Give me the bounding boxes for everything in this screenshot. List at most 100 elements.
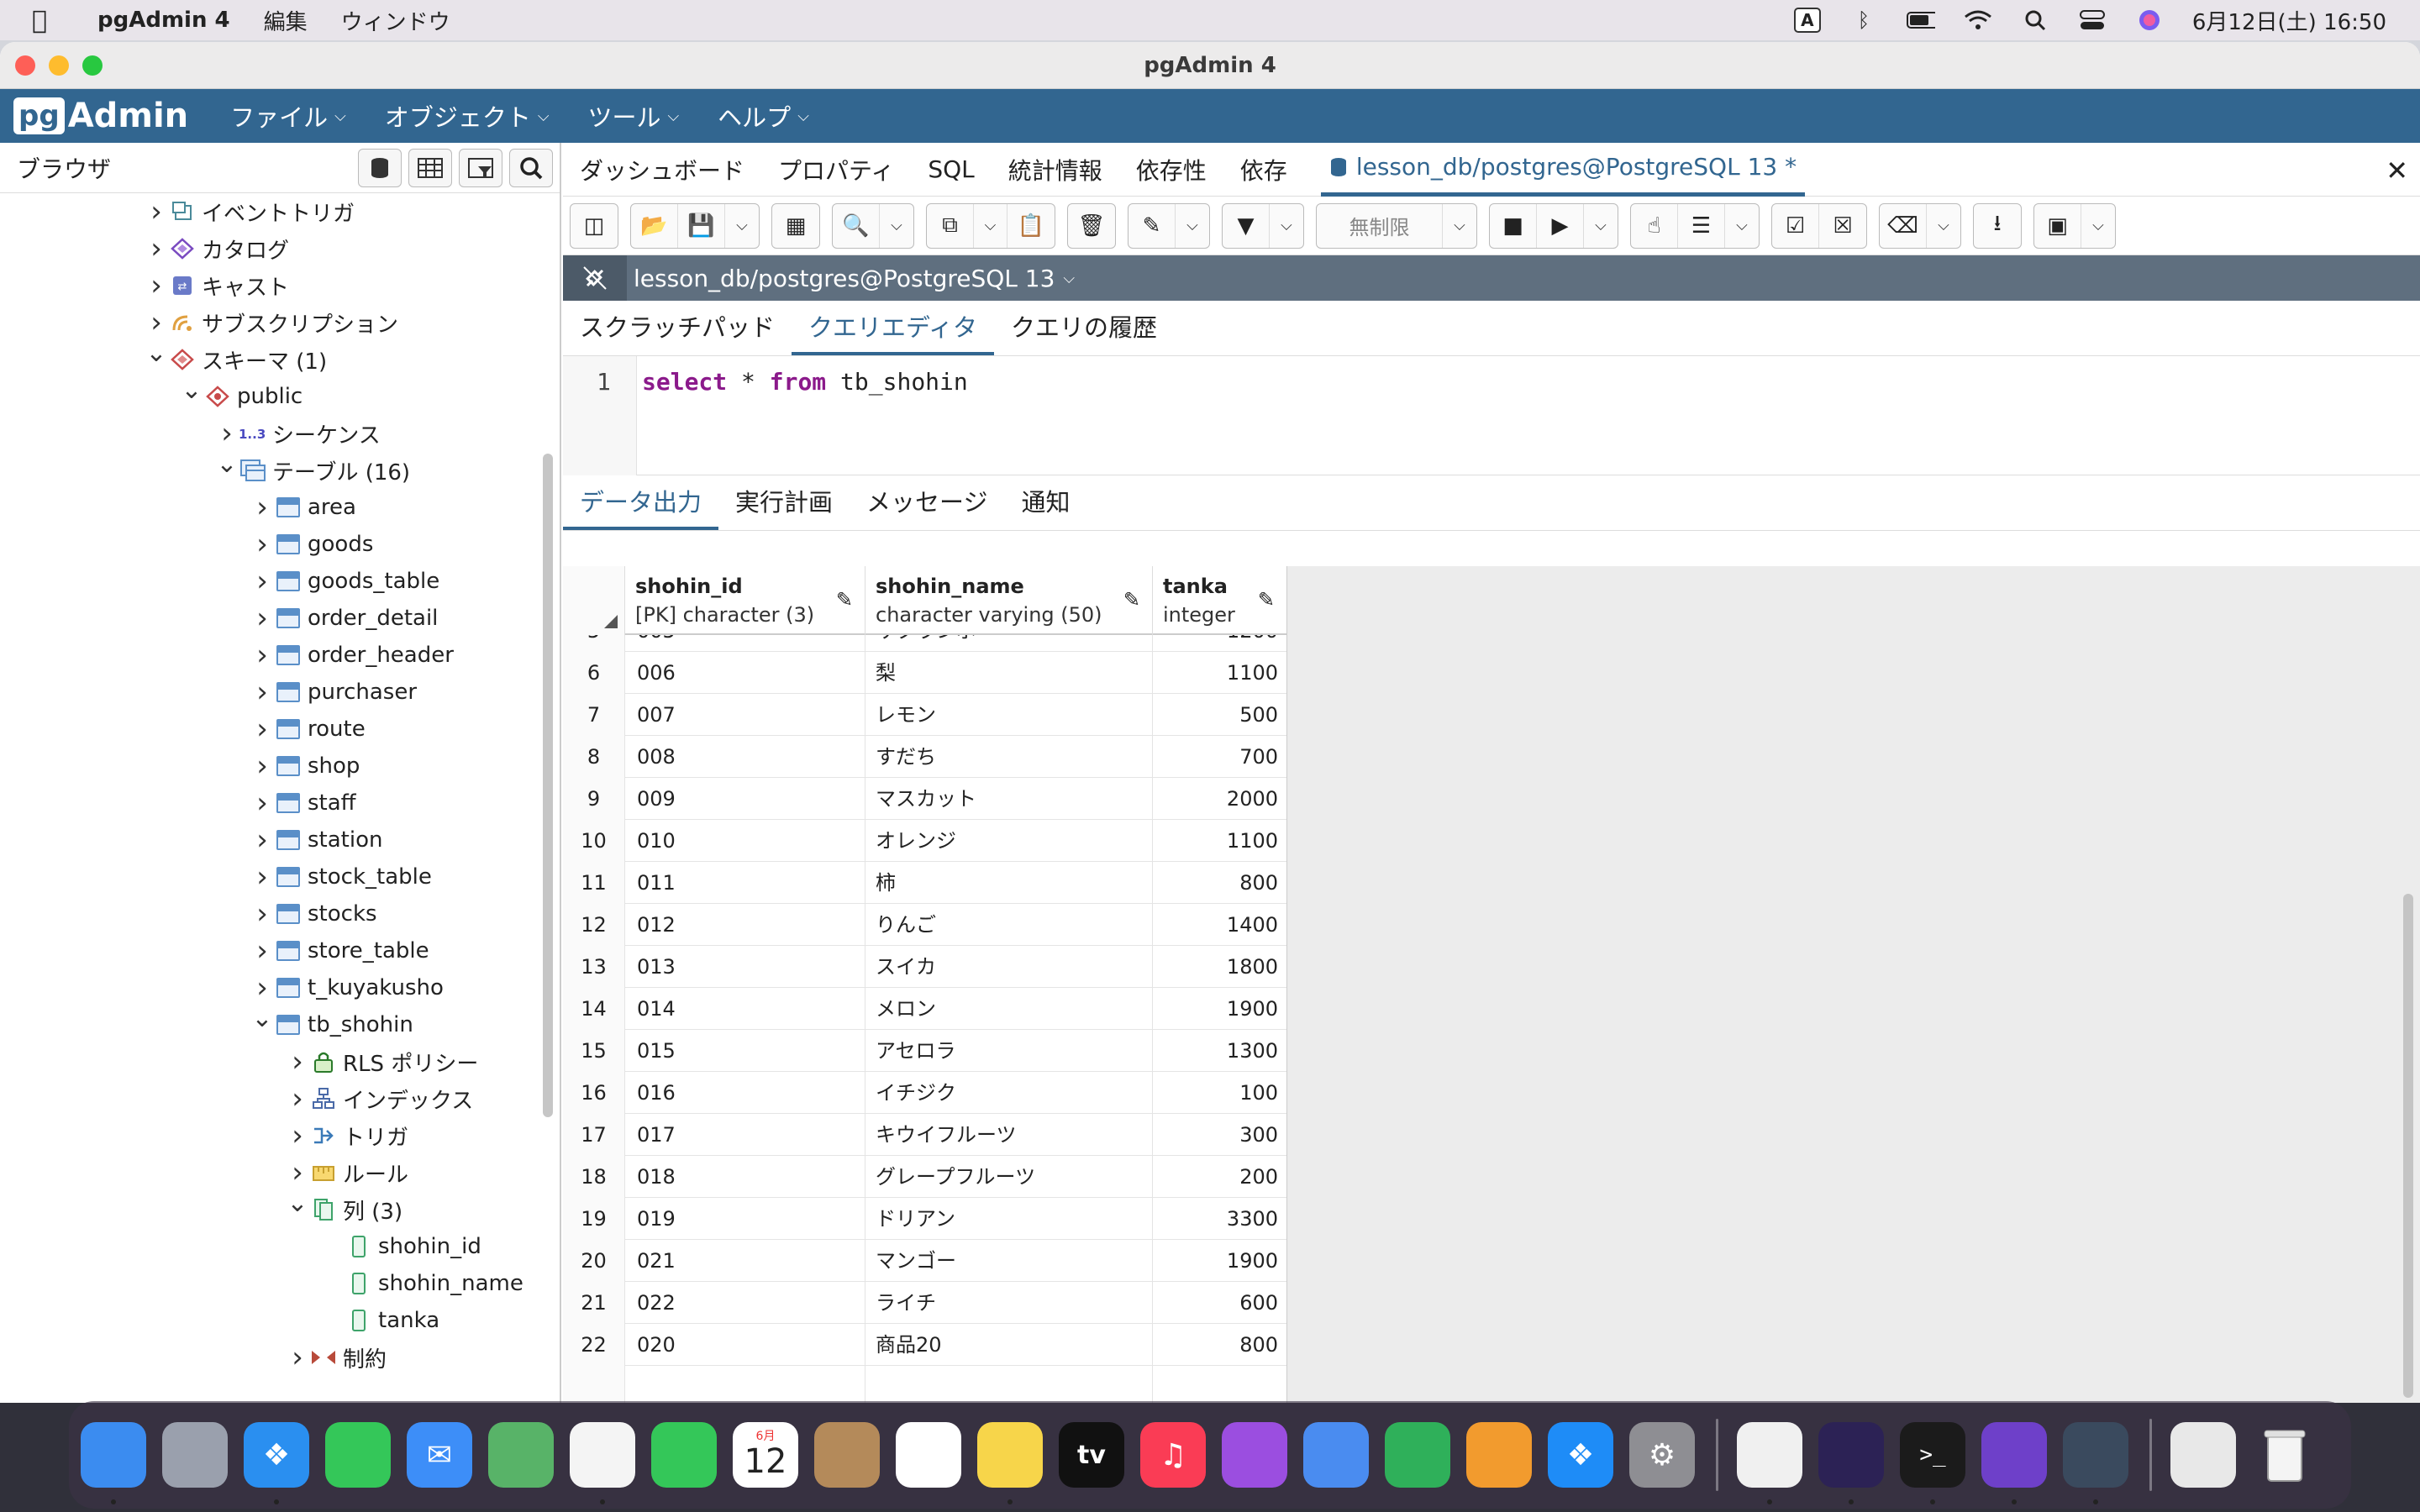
table-cell[interactable]: 1100 bbox=[1153, 820, 1286, 862]
tab-explain[interactable]: 実行計画 bbox=[718, 483, 850, 530]
table-cell[interactable]: グレープフルーツ bbox=[865, 1156, 1153, 1198]
tab-dependencies[interactable]: 依存性 bbox=[1136, 153, 1207, 186]
chevron-right-icon[interactable]: › bbox=[286, 1341, 309, 1369]
table-cell[interactable]: レモン bbox=[865, 694, 1153, 736]
chevron-right-icon[interactable]: › bbox=[145, 232, 168, 265]
chevron-right-icon[interactable]: › bbox=[250, 491, 274, 524]
tree-node[interactable]: shohin_id bbox=[321, 1228, 481, 1265]
table-cell[interactable]: 011 bbox=[625, 862, 865, 904]
table-cell[interactable]: 800 bbox=[1153, 862, 1286, 904]
chevron-right-icon[interactable]: › bbox=[250, 712, 274, 746]
copy-dropdown-button[interactable]: ⌵ bbox=[974, 203, 1007, 248]
table-cell[interactable]: メロン bbox=[865, 988, 1153, 1030]
control-center-icon[interactable] bbox=[2078, 8, 2107, 33]
table-row[interactable]: 7 007 レモン 500 bbox=[563, 694, 1286, 736]
table-cell[interactable]: りんご bbox=[865, 904, 1153, 946]
table-row-empty[interactable] bbox=[563, 1366, 1286, 1403]
chevron-right-icon[interactable]: › bbox=[286, 1082, 309, 1116]
row-number[interactable]: 21 bbox=[563, 1282, 625, 1324]
numbers-icon[interactable] bbox=[1385, 1422, 1450, 1488]
stop-button[interactable]: ■ bbox=[1490, 203, 1537, 248]
table-cell[interactable]: 商品20 bbox=[865, 1324, 1153, 1366]
filter-dropdown-button[interactable]: ⌵ bbox=[1270, 204, 1303, 248]
siri-icon[interactable] bbox=[2135, 8, 2164, 33]
menu-help[interactable]: ヘルプ ⌵ bbox=[718, 98, 809, 134]
tree-node[interactable]: ⌄ public bbox=[180, 375, 302, 415]
system-preferences-icon[interactable]: ⚙ bbox=[1629, 1422, 1695, 1488]
table-cell[interactable]: 1100 bbox=[1153, 652, 1286, 694]
explain-analyze-button[interactable]: ☰ bbox=[1678, 203, 1725, 248]
table-row[interactable]: 16 016 イチジク 100 bbox=[563, 1072, 1286, 1114]
filter-button[interactable]: ▼ bbox=[1223, 203, 1270, 248]
table-cell[interactable]: 014 bbox=[625, 988, 865, 1030]
row-number[interactable]: 14 bbox=[563, 988, 625, 1030]
xcode-instruments-icon[interactable] bbox=[2063, 1422, 2128, 1504]
messages-icon[interactable] bbox=[325, 1422, 391, 1488]
table-cell[interactable]: 1400 bbox=[1153, 904, 1286, 946]
row-number[interactable]: 7 bbox=[563, 694, 625, 736]
save-file-button[interactable]: 💾 bbox=[678, 203, 725, 248]
table-cell[interactable]: 015 bbox=[625, 1030, 865, 1072]
mail-icon[interactable]: ✉ bbox=[407, 1422, 472, 1488]
table-row[interactable]: 20 021 マンゴー 1900 bbox=[563, 1240, 1286, 1282]
chevron-down-icon[interactable]: ⌄ bbox=[286, 1189, 309, 1218]
execute-dropdown-button[interactable]: ⌵ bbox=[1584, 204, 1618, 248]
table-cell[interactable]: マスカット bbox=[865, 778, 1153, 820]
table-cell[interactable]: ライチ bbox=[865, 1282, 1153, 1324]
chevron-right-icon[interactable]: › bbox=[250, 934, 274, 968]
menu-object[interactable]: オブジェクト ⌵ bbox=[385, 98, 550, 134]
table-cell[interactable]: イチジク bbox=[865, 1072, 1153, 1114]
row-number[interactable]: 17 bbox=[563, 1114, 625, 1156]
table-cell[interactable]: 006 bbox=[625, 652, 865, 694]
table-row[interactable]: 14 014 メロン 1900 bbox=[563, 988, 1286, 1030]
connection-select[interactable]: lesson_db/postgres@PostgreSQL 13 ⌵ bbox=[634, 265, 1075, 292]
column-header-shohin-id[interactable]: shohin_id [PK] character (3) ✎ bbox=[625, 566, 865, 635]
trash-icon[interactable] bbox=[2252, 1422, 2317, 1488]
row-number[interactable]: 6 bbox=[563, 652, 625, 694]
row-number[interactable]: 19 bbox=[563, 1198, 625, 1240]
table-row[interactable]: 13 013 スイカ 1800 bbox=[563, 946, 1286, 988]
safari-icon[interactable]: ❖ bbox=[244, 1422, 309, 1504]
table-cell[interactable]: オレンジ bbox=[865, 820, 1153, 862]
podcasts-icon[interactable] bbox=[1222, 1422, 1287, 1488]
tree-node[interactable]: shohin_name bbox=[321, 1265, 523, 1302]
tab-query-tool[interactable]: lesson_db/postgres@PostgreSQL 13 * bbox=[1320, 143, 1806, 197]
preview-icon[interactable] bbox=[2170, 1422, 2236, 1488]
tree-node[interactable]: › ルール bbox=[286, 1154, 408, 1191]
calendar-icon[interactable]: 6月 12 bbox=[733, 1422, 798, 1488]
table-cell[interactable]: 022 bbox=[625, 1282, 865, 1324]
row-number[interactable]: 10 bbox=[563, 820, 625, 862]
chevron-down-icon[interactable]: ⌄ bbox=[250, 1004, 274, 1033]
menu-file[interactable]: ファイル ⌵ bbox=[230, 98, 346, 134]
column-header-shohin-name[interactable]: shohin_name character varying (50) ✎ bbox=[865, 566, 1153, 635]
close-tab-icon[interactable]: ✕ bbox=[2386, 155, 2408, 186]
chevron-down-icon[interactable]: ⌄ bbox=[215, 449, 239, 479]
filtered-rows-button[interactable] bbox=[459, 148, 502, 187]
tree-node[interactable]: › order_header bbox=[250, 637, 454, 674]
explain-dropdown-button[interactable]: ⌵ bbox=[1725, 204, 1759, 248]
tab-properties[interactable]: プロパティ bbox=[778, 153, 894, 186]
grid-vertical-scrollbar[interactable] bbox=[2403, 894, 2413, 1398]
macros-icon[interactable]: ▣ bbox=[2034, 203, 2081, 248]
table-cell[interactable] bbox=[563, 1366, 625, 1403]
query-tool-button[interactable] bbox=[358, 148, 402, 187]
edit-dropdown-button[interactable]: ⌵ bbox=[1176, 204, 1209, 248]
table-cell[interactable]: 2000 bbox=[1153, 778, 1286, 820]
tree-node[interactable]: ⌄ 列 (3) bbox=[286, 1189, 402, 1228]
minimize-window-button[interactable] bbox=[49, 55, 69, 76]
tree-node[interactable]: › 制約 bbox=[286, 1339, 387, 1369]
table-cell[interactable]: 009 bbox=[625, 778, 865, 820]
apple-menu-icon[interactable]:  bbox=[32, 6, 72, 35]
row-number[interactable]: 20 bbox=[563, 1240, 625, 1282]
chevron-right-icon[interactable]: › bbox=[250, 786, 274, 820]
select-all-cell[interactable] bbox=[563, 566, 625, 635]
table-cell[interactable]: 1900 bbox=[1153, 988, 1286, 1030]
chevron-right-icon[interactable]: › bbox=[250, 601, 274, 635]
photos-icon[interactable] bbox=[570, 1422, 635, 1504]
clear-dropdown-button[interactable]: ⌵ bbox=[1927, 204, 1960, 248]
tree-node[interactable]: › staff bbox=[250, 785, 355, 822]
save-dropdown-button[interactable]: ⌵ bbox=[725, 204, 759, 248]
table-cell[interactable]: 600 bbox=[1153, 1282, 1286, 1324]
close-window-button[interactable] bbox=[15, 55, 35, 76]
tree-node[interactable]: › order_detail bbox=[250, 600, 438, 637]
